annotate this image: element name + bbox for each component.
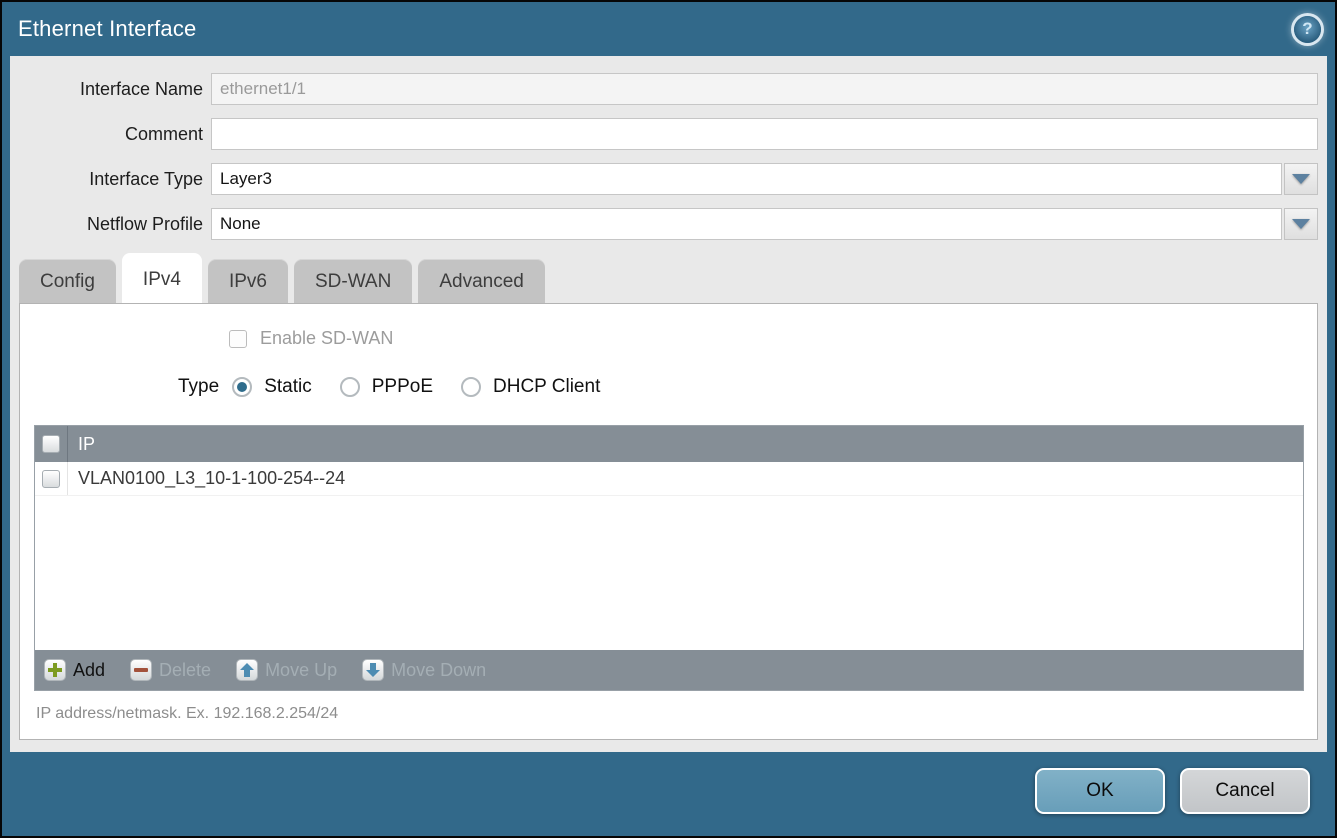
ip-table-header: IP xyxy=(35,426,1303,462)
ipv4-tab-panel: Enable SD-WAN Type Static PPPoE DHCP Cli… xyxy=(19,303,1318,740)
move-down-button-label: Move Down xyxy=(391,660,486,681)
cancel-button[interactable]: Cancel xyxy=(1180,768,1310,814)
interface-name-label: Interface Name xyxy=(19,79,211,100)
ethernet-interface-dialog: Ethernet Interface ? Interface Name Comm… xyxy=(0,0,1337,838)
enable-sdwan-label: Enable SD-WAN xyxy=(260,328,393,349)
row-checkbox[interactable] xyxy=(42,470,60,488)
tab-ipv4[interactable]: IPv4 xyxy=(122,253,202,303)
move-up-button[interactable]: Move Up xyxy=(236,659,337,681)
radio-static-label: Static xyxy=(264,376,312,398)
tab-config[interactable]: Config xyxy=(19,259,116,303)
add-button-label: Add xyxy=(73,660,105,681)
netflow-profile-label: Netflow Profile xyxy=(19,214,211,235)
enable-sdwan-checkbox[interactable] xyxy=(229,330,247,348)
interface-type-label: Interface Type xyxy=(19,169,211,190)
comment-label: Comment xyxy=(19,124,211,145)
comment-row: Comment xyxy=(19,118,1318,150)
move-down-button[interactable]: Move Down xyxy=(362,659,486,681)
help-icon[interactable]: ? xyxy=(1294,16,1321,43)
enable-sdwan-row: Enable SD-WAN xyxy=(229,304,1317,349)
radio-dhcp-label: DHCP Client xyxy=(493,376,600,398)
interface-type-value[interactable]: Layer3 xyxy=(211,163,1282,195)
netflow-profile-row: Netflow Profile None xyxy=(19,208,1318,240)
add-button[interactable]: Add xyxy=(44,659,105,681)
title-bar: Ethernet Interface ? xyxy=(2,2,1335,56)
tab-sdwan[interactable]: SD-WAN xyxy=(294,259,412,303)
interface-type-row: Interface Type Layer3 xyxy=(19,163,1318,195)
delete-button[interactable]: Delete xyxy=(130,659,211,681)
tab-ipv6[interactable]: IPv6 xyxy=(208,259,288,303)
ip-netmask-hint: IP address/netmask. Ex. 192.168.2.254/24 xyxy=(36,705,1317,723)
radio-selected-icon[interactable] xyxy=(232,377,252,397)
netflow-profile-value[interactable]: None xyxy=(211,208,1282,240)
interface-name-row: Interface Name xyxy=(19,73,1318,105)
interface-type-dropdown-button[interactable] xyxy=(1284,163,1318,195)
radio-unselected-icon[interactable] xyxy=(461,377,481,397)
table-row[interactable]: VLAN0100_L3_10-1-100-254--24 xyxy=(35,462,1303,496)
select-all-cell xyxy=(35,426,68,462)
chevron-down-icon xyxy=(1292,219,1310,229)
ok-button[interactable]: OK xyxy=(1035,768,1165,814)
move-up-button-label: Move Up xyxy=(265,660,337,681)
ip-column-header: IP xyxy=(68,426,95,462)
radio-option-pppoe[interactable]: PPPoE xyxy=(340,376,433,398)
delete-button-label: Delete xyxy=(159,660,211,681)
netflow-profile-dropdown-button[interactable] xyxy=(1284,208,1318,240)
delete-icon xyxy=(130,659,152,681)
dialog-body: Interface Name Comment Interface Type La… xyxy=(10,56,1327,752)
netflow-profile-dropdown[interactable]: None xyxy=(211,208,1318,240)
tab-bar: Config IPv4 IPv6 SD-WAN Advanced xyxy=(19,253,1318,303)
dialog-title: Ethernet Interface xyxy=(18,16,196,42)
radio-unselected-icon[interactable] xyxy=(340,377,360,397)
chevron-down-icon xyxy=(1292,174,1310,184)
move-up-icon xyxy=(236,659,258,681)
move-down-icon xyxy=(362,659,384,681)
radio-option-static[interactable]: Static xyxy=(232,376,312,398)
interface-name-field[interactable] xyxy=(211,73,1318,105)
row-checkbox-cell xyxy=(35,462,68,495)
interface-type-dropdown[interactable]: Layer3 xyxy=(211,163,1318,195)
radio-option-dhcp-client[interactable]: DHCP Client xyxy=(461,376,600,398)
radio-pppoe-label: PPPoE xyxy=(372,376,433,398)
ip-cell[interactable]: VLAN0100_L3_10-1-100-254--24 xyxy=(68,462,345,495)
type-row: Type Static PPPoE DHCP Client xyxy=(178,376,1317,398)
footer-buttons: OK Cancel xyxy=(1035,768,1310,814)
tab-advanced[interactable]: Advanced xyxy=(418,259,545,303)
ip-table-toolbar: Add Delete Move Up xyxy=(35,650,1303,690)
add-icon xyxy=(44,659,66,681)
select-all-checkbox[interactable] xyxy=(42,435,60,453)
ip-table: IP VLAN0100_L3_10-1-100-254--24 xyxy=(34,425,1304,691)
ip-table-body: VLAN0100_L3_10-1-100-254--24 xyxy=(35,462,1303,650)
comment-field[interactable] xyxy=(211,118,1318,150)
type-label: Type xyxy=(178,376,219,398)
